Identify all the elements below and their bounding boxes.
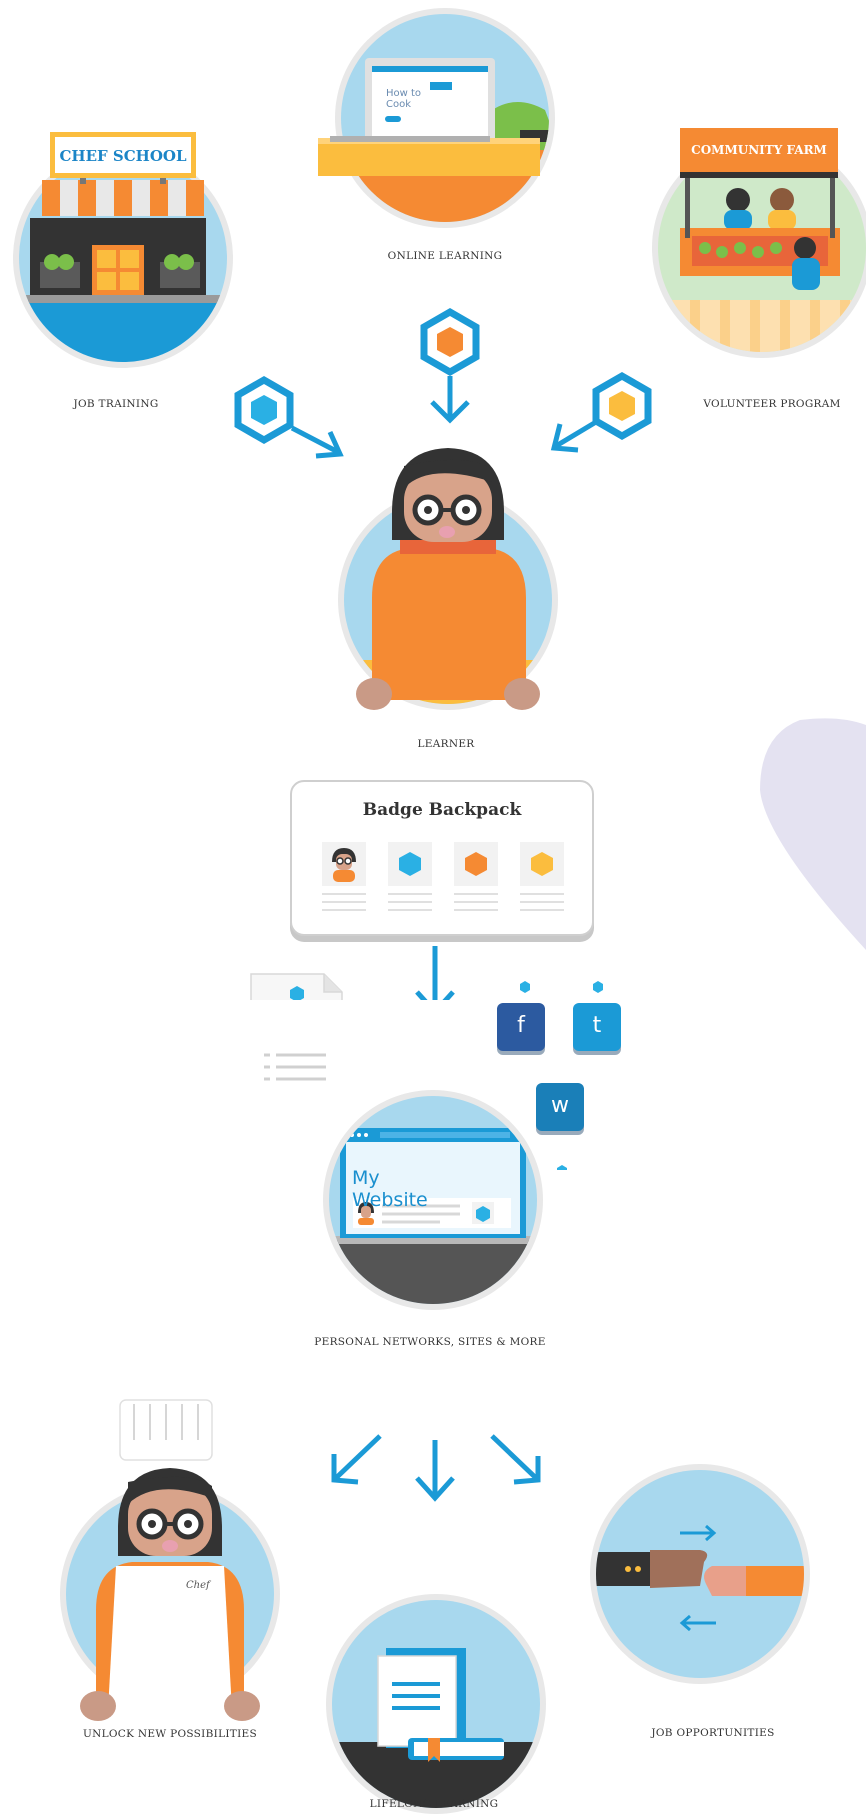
job-opportunities-label: JOB OPPORTUNITIES	[651, 1727, 775, 1739]
handshake-illustration	[590, 1464, 810, 1684]
lifelong-label: LIFELONG LEARNING	[369, 1798, 499, 1810]
